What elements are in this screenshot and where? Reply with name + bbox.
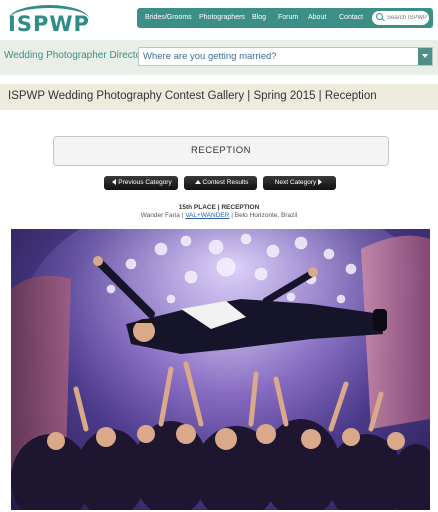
page-title: ISPWP Wedding Photography Contest Galler…: [8, 90, 377, 102]
contest-photo[interactable]: [11, 229, 430, 510]
location-select-placeholder: Where are you getting married?: [143, 51, 277, 62]
arrow-left-icon: [112, 179, 117, 186]
arrow-right-icon: [318, 179, 323, 186]
nav-contact[interactable]: Contact: [339, 8, 363, 28]
nav-blog[interactable]: Blog: [252, 8, 266, 28]
contest-results-button[interactable]: Contest Results: [184, 176, 257, 190]
entry-location: Belo Horizonte, Brazil: [234, 212, 298, 219]
gallery-title-bar: ISPWP Wedding Photography Contest Galler…: [0, 84, 438, 110]
chevron-down-icon[interactable]: [418, 48, 432, 65]
nav-forum[interactable]: Forum: [278, 8, 298, 28]
search-input[interactable]: [387, 15, 429, 21]
previous-category-label: Previous Category: [118, 179, 172, 186]
photographer-name: Wander Faria: [140, 212, 180, 219]
directory-label: Wedding Photographer Directory: [4, 50, 150, 61]
contest-results-label: Contest Results: [202, 179, 249, 186]
main-nav: Brides/Grooms Photographers Blog Forum A…: [137, 8, 433, 28]
location-select[interactable]: Where are you getting married?: [138, 47, 433, 66]
search-icon[interactable]: [375, 12, 387, 24]
site-header: ISPWP Brides/Grooms Photographers Blog F…: [0, 0, 438, 40]
previous-category-button[interactable]: Previous Category: [104, 176, 178, 190]
ispwp-logo[interactable]: ISPWP: [5, 3, 93, 36]
reception-photo-art: [11, 229, 430, 510]
entry-place: 15th PLACE | RECEPTION: [178, 204, 260, 211]
nav-brides-grooms[interactable]: Brides/Grooms: [145, 8, 192, 28]
next-category-label: Next Category: [274, 179, 317, 186]
category-header: RECEPTION: [53, 136, 389, 166]
site-search[interactable]: [372, 11, 429, 25]
nav-about[interactable]: About: [308, 8, 326, 28]
nav-photographers[interactable]: Photographers: [199, 8, 245, 28]
next-category-button[interactable]: Next Category: [263, 176, 336, 190]
arrow-up-icon: [194, 180, 201, 185]
entry-credit: Wander Faria | VAL+WANDER | Belo Horizon…: [140, 212, 298, 219]
studio-link[interactable]: VAL+WANDER: [185, 212, 229, 219]
logo-text: ISPWP: [8, 12, 90, 36]
